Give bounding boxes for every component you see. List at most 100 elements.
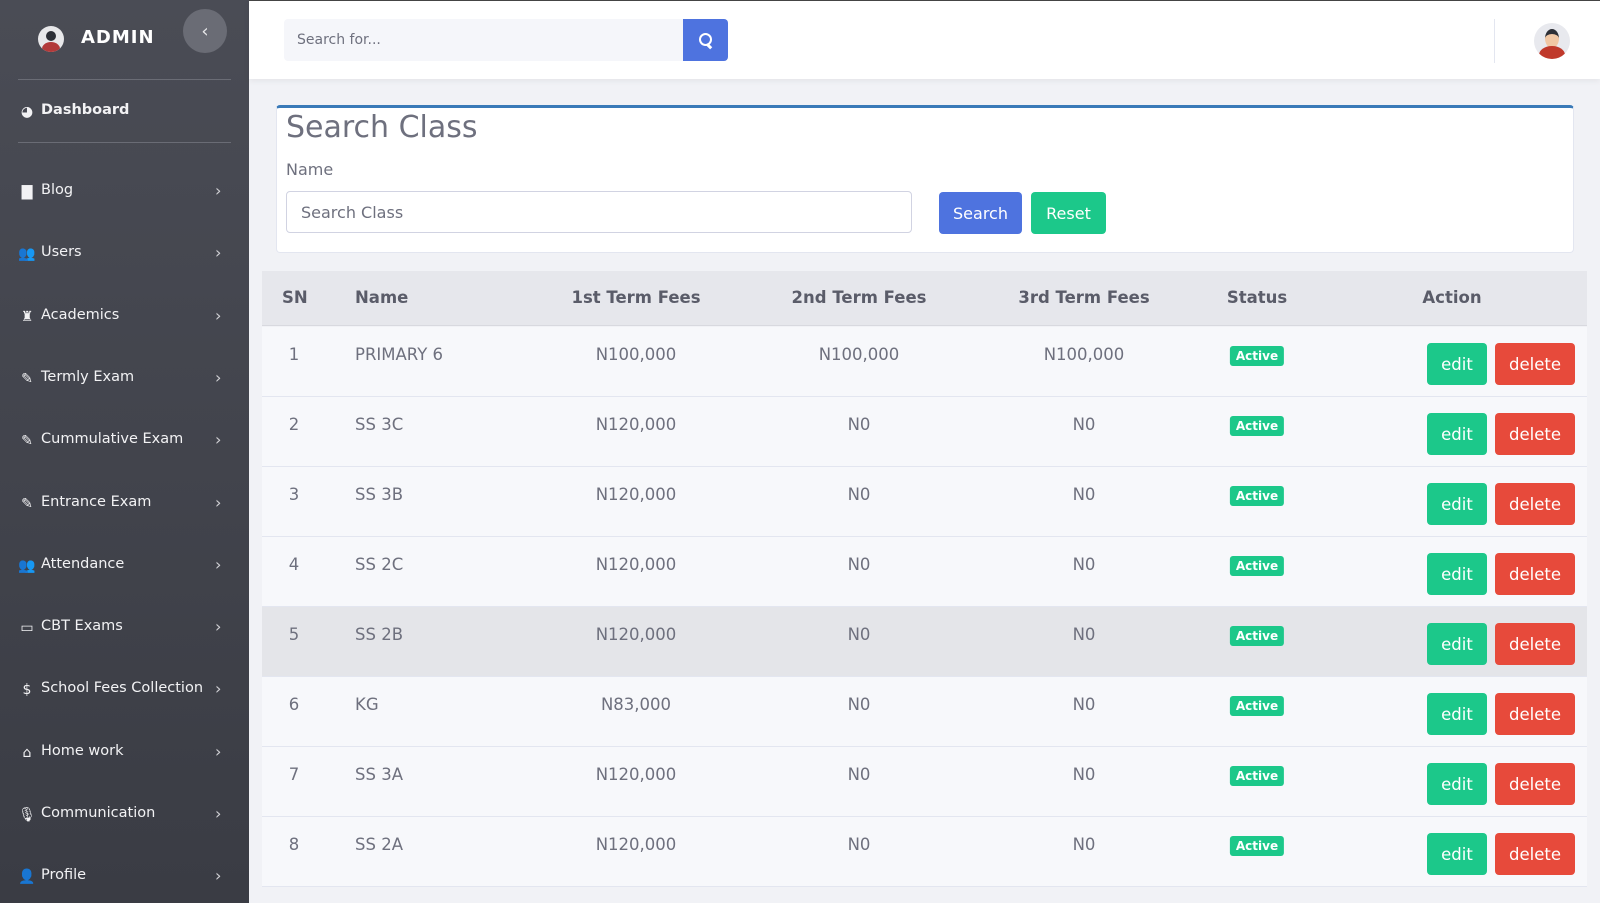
table-row: 7 SS 3A N120,000 N0 N0 Active edit delete <box>262 747 1587 817</box>
delete-button[interactable]: delete <box>1495 693 1575 735</box>
dollar-icon: $ <box>22 682 32 699</box>
cell-term1-fees: N83,000 <box>600 695 672 714</box>
chevron-right-icon: › <box>215 430 222 450</box>
sidebar-item-label: Academics <box>41 306 120 323</box>
graduation-icon: ♜ <box>20 308 34 325</box>
cell-term1-fees: N120,000 <box>595 765 677 784</box>
header-action: Action <box>1422 288 1482 307</box>
chevron-right-icon: › <box>215 181 222 200</box>
edit-button[interactable]: edit <box>1427 413 1487 455</box>
topbar-search-input[interactable] <box>284 19 683 61</box>
microphone-icon: 🎙 <box>18 807 36 823</box>
cell-name: SS 2B <box>355 625 404 644</box>
delete-button[interactable]: delete <box>1495 763 1575 805</box>
laptop-icon: ▭ <box>20 620 34 637</box>
cell-term2-fees: N0 <box>847 485 871 504</box>
topbar-search <box>284 19 729 61</box>
sidebar-item-attendance[interactable]: 👥 Attendance › <box>0 546 249 586</box>
edit-button[interactable]: edit <box>1427 343 1487 385</box>
edit-button[interactable]: edit <box>1427 763 1487 805</box>
sidebar-item-home-work[interactable]: ⌂ Home work › <box>0 733 249 773</box>
sidebar-item-cbt-exams[interactable]: ▭ CBT Exams › <box>0 608 249 648</box>
pencil-icon: ✎ <box>21 370 33 387</box>
sidebar-item-label: CBT Exams <box>41 618 123 635</box>
admin-avatar-icon <box>38 26 64 52</box>
edit-button[interactable]: edit <box>1427 483 1487 525</box>
delete-button[interactable]: delete <box>1495 343 1575 385</box>
dashboard-icon: ◕ <box>20 104 34 120</box>
status-badge: Active <box>1229 486 1285 506</box>
header-term1: 1st Term Fees <box>571 288 701 307</box>
cell-term2-fees: N0 <box>847 415 871 434</box>
cell-name: PRIMARY 6 <box>355 345 444 364</box>
cell-term3-fees: N0 <box>1072 835 1096 854</box>
table-header: SN Name 1st Term Fees 2nd Term Fees 3rd … <box>262 271 1587 326</box>
cell-sn: 6 <box>288 695 300 714</box>
sidebar: ADMIN ‹ ◕ Dashboard ▇ Blog › 👥 Users › ♜ Academ… <box>0 0 249 903</box>
sidebar-item-label: School Fees Collection <box>41 680 204 697</box>
topbar-search-button[interactable] <box>683 19 728 61</box>
cell-sn: 4 <box>288 555 300 574</box>
sidebar-toggle-button[interactable]: ‹ <box>183 9 227 53</box>
sidebar-item-label: Blog <box>41 182 74 198</box>
delete-button[interactable]: delete <box>1495 623 1575 665</box>
table-row: 8 SS 2A N120,000 N0 N0 Active edit delete <box>262 817 1587 887</box>
cell-name: SS 3B <box>355 485 404 504</box>
sidebar-item-profile[interactable]: 👤 Profile › <box>0 857 249 897</box>
chevron-right-icon: › <box>215 492 222 512</box>
cell-term1-fees: N120,000 <box>595 625 677 644</box>
status-badge: Active <box>1229 696 1285 716</box>
cell-term1-fees: N120,000 <box>595 835 677 854</box>
chevron-left-icon: ‹ <box>201 20 209 42</box>
users-icon: 👥 <box>18 557 36 574</box>
delete-button[interactable]: delete <box>1495 833 1575 875</box>
reset-button[interactable]: Reset <box>1031 192 1106 234</box>
sidebar-item-label: Communication <box>41 805 156 821</box>
header-term2: 2nd Term Fees <box>791 288 927 307</box>
chevron-right-icon: › <box>215 554 222 574</box>
users-icon: 👥 <box>18 246 36 263</box>
sidebar-item-academics[interactable]: ♜ Academics › <box>0 297 249 337</box>
cell-term2-fees: N0 <box>847 695 871 714</box>
cell-name: KG <box>355 695 379 714</box>
search-class-input[interactable] <box>286 191 912 233</box>
sidebar-item-school-fees-collection[interactable]: $ School Fees Collection › <box>0 670 249 710</box>
cell-term1-fees: N120,000 <box>595 415 677 434</box>
cell-sn: 2 <box>288 415 300 434</box>
sidebar-item-label: Users <box>41 244 82 261</box>
cell-name: SS 2A <box>355 835 403 854</box>
sidebar-item-label: Termly Exam <box>41 368 135 385</box>
sidebar-item-communication[interactable]: 🎙 Communication › <box>0 795 249 835</box>
sidebar-item-label: Entrance Exam <box>41 493 152 510</box>
search-button[interactable]: Search <box>939 192 1022 234</box>
cell-name: SS 3C <box>355 415 404 434</box>
sidebar-item-entrance-exam[interactable]: ✎ Entrance Exam › <box>0 484 249 524</box>
sidebar-item-label: Attendance <box>41 555 125 572</box>
user-avatar[interactable] <box>1534 23 1570 59</box>
search-icon <box>698 33 713 47</box>
cell-sn: 3 <box>288 485 300 504</box>
cell-sn: 1 <box>288 345 300 364</box>
sidebar-item-dashboard[interactable]: ◕ Dashboard <box>0 92 249 132</box>
sidebar-item-blog[interactable]: ▇ Blog › <box>0 172 249 212</box>
edit-button[interactable]: edit <box>1427 623 1487 665</box>
delete-button[interactable]: delete <box>1495 413 1575 455</box>
table-row: 1 PRIMARY 6 N100,000 N100,000 N100,000 Active… <box>262 327 1587 397</box>
sidebar-item-cummulative-exam[interactable]: ✎ Cummulative Exam › <box>0 421 249 461</box>
sidebar-item-termly-exam[interactable]: ✎ Termly Exam › <box>0 359 249 399</box>
sidebar-divider <box>18 79 231 80</box>
cell-term2-fees: N100,000 <box>818 345 900 364</box>
chevron-right-icon: › <box>215 617 222 637</box>
brand-title: ADMIN <box>81 27 155 48</box>
delete-button[interactable]: delete <box>1495 553 1575 595</box>
sidebar-item-users[interactable]: 👥 Users › <box>0 234 249 274</box>
header-status: Status <box>1226 288 1288 307</box>
edit-button[interactable]: edit <box>1427 833 1487 875</box>
table-row: 4 SS 2C N120,000 N0 N0 Active edit delete <box>262 537 1587 607</box>
delete-button[interactable]: delete <box>1495 483 1575 525</box>
cell-term1-fees: N120,000 <box>595 485 677 504</box>
cell-sn: 8 <box>288 835 300 854</box>
edit-button[interactable]: edit <box>1427 553 1487 595</box>
table-row: 6 KG N83,000 N0 N0 Active edit delete <box>262 677 1587 747</box>
edit-button[interactable]: edit <box>1427 693 1487 735</box>
